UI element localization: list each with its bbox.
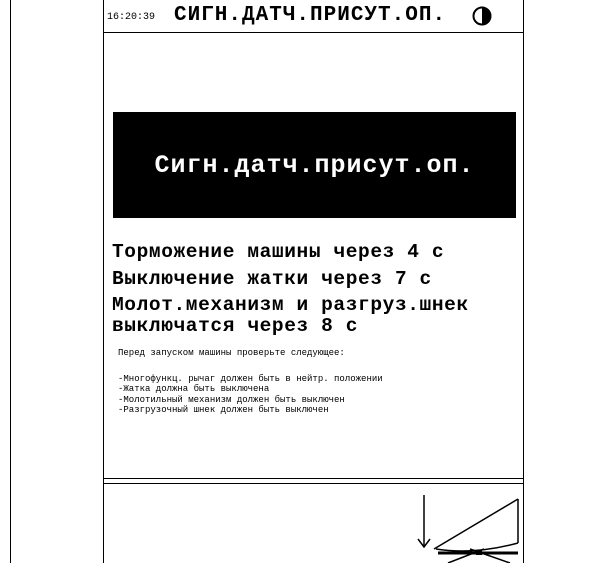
header-off-message: Выключение жатки через 7 с <box>112 268 432 290</box>
checklist-intro: Перед запуском машины проверьте следующе… <box>118 348 345 358</box>
alarm-banner: Сигн.датч.присут.оп. <box>113 112 516 218</box>
alarm-banner-text: Сигн.датч.присут.оп. <box>154 150 475 180</box>
threshing-message-line1: Молот.механизм и разгруз.шнек <box>112 294 469 316</box>
header-divider <box>104 32 523 33</box>
left-edge-divider <box>10 0 11 563</box>
checklist-item: -Разгрузочный шнек должен быть выключен <box>118 405 329 415</box>
threshing-message-line2: выключатся через 8 с <box>112 315 359 337</box>
day-night-mode-icon[interactable] <box>472 6 492 26</box>
checklist-item: -Молотильный механизм должен быть выключ… <box>118 395 345 405</box>
footer-divider-second <box>104 483 523 484</box>
panel-right-border <box>523 0 524 563</box>
clock: 16:20:39 <box>107 12 156 23</box>
checklist-item: -Жатка должна быть выключена <box>118 384 270 394</box>
footer-divider <box>104 478 523 479</box>
braking-message: Торможение машины через 4 с <box>112 241 445 263</box>
header-lowering-arrow-icon <box>417 495 519 563</box>
checklist-item: -Многофункц. рычаг должен быть в нейтр. … <box>118 374 383 384</box>
page-title: СИГН.ДАТЧ.ПРИСУТ.ОП. <box>174 4 447 27</box>
